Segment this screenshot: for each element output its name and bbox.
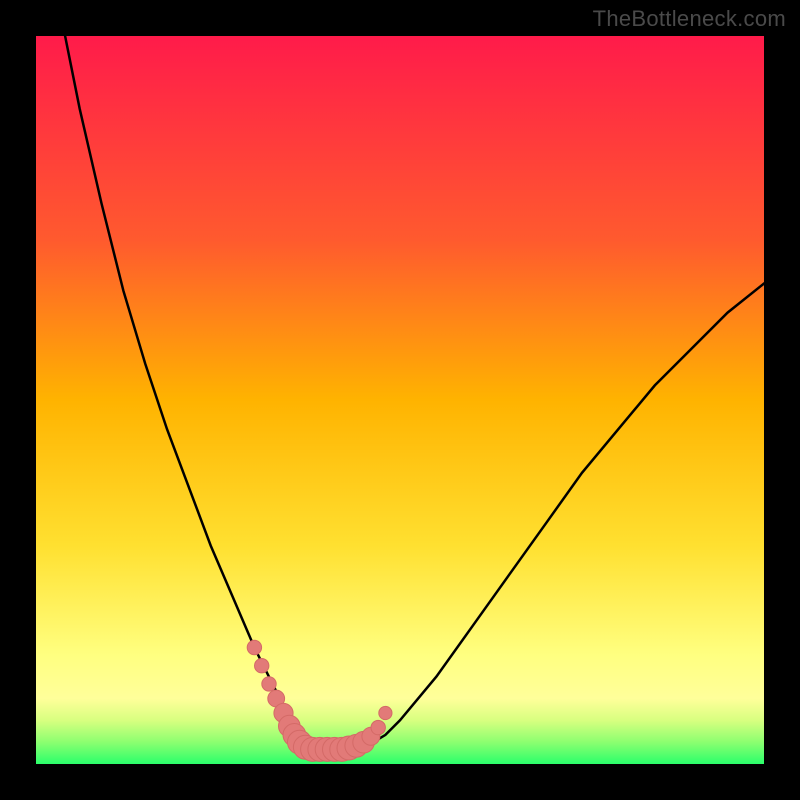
chart-svg xyxy=(36,36,764,764)
curve-marker xyxy=(262,677,276,691)
curve-marker xyxy=(379,706,392,719)
plot-area xyxy=(36,36,764,764)
gradient-background xyxy=(36,36,764,764)
curve-marker xyxy=(371,720,385,734)
chart-frame: TheBottleneck.com xyxy=(0,0,800,800)
curve-marker xyxy=(247,640,261,654)
watermark-text: TheBottleneck.com xyxy=(593,6,786,32)
curve-marker xyxy=(255,659,269,673)
